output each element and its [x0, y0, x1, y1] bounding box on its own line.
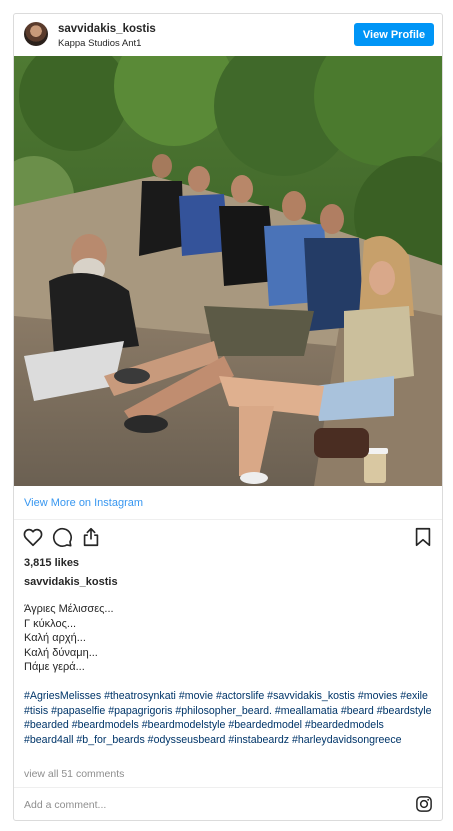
post-header: savvidakis_kostis Kappa Studios Ant1 Vie… — [14, 14, 442, 56]
group-photo-image — [14, 56, 442, 486]
comment-icon[interactable] — [51, 526, 73, 548]
avatar[interactable] — [24, 22, 48, 46]
caption-line: Άγριες Μέλισσες... — [24, 603, 114, 615]
add-comment-input[interactable]: Add a comment... — [24, 799, 106, 811]
header-location[interactable]: Kappa Studios Ant1 — [58, 38, 141, 49]
heart-icon[interactable] — [22, 526, 44, 548]
caption-line: Καλή δύναμη... — [24, 646, 98, 659]
bookmark-icon[interactable] — [412, 526, 434, 548]
header-username[interactable]: savvidakis_kostis — [58, 23, 156, 35]
instagram-embed-card: savvidakis_kostis Kappa Studios Ant1 Vie… — [13, 13, 443, 821]
action-bar — [14, 526, 442, 552]
view-profile-button[interactable]: View Profile — [354, 23, 434, 46]
caption-line: Πάμε γερά... — [24, 661, 85, 673]
caption-hashtags[interactable]: #AgriesMelisses #theatrosynkati #movie #… — [24, 689, 436, 747]
likes-count[interactable]: 3,815 likes — [24, 557, 79, 569]
view-more-link[interactable]: View More on Instagram — [24, 497, 143, 509]
divider — [14, 787, 442, 788]
caption-line: Γ κύκλος... — [24, 617, 77, 630]
share-icon[interactable] — [80, 526, 102, 548]
caption-username[interactable]: savvidakis_kostis — [24, 576, 118, 588]
divider — [14, 519, 442, 520]
instagram-icon[interactable] — [415, 795, 433, 813]
caption-text: Άγριες Μέλισσες... Γ κύκλος... Καλή αρχή… — [24, 602, 434, 675]
caption-line: Καλή αρχή... — [24, 632, 86, 644]
view-all-comments-link[interactable]: view all 51 comments — [24, 768, 124, 780]
post-photo[interactable] — [14, 56, 442, 486]
